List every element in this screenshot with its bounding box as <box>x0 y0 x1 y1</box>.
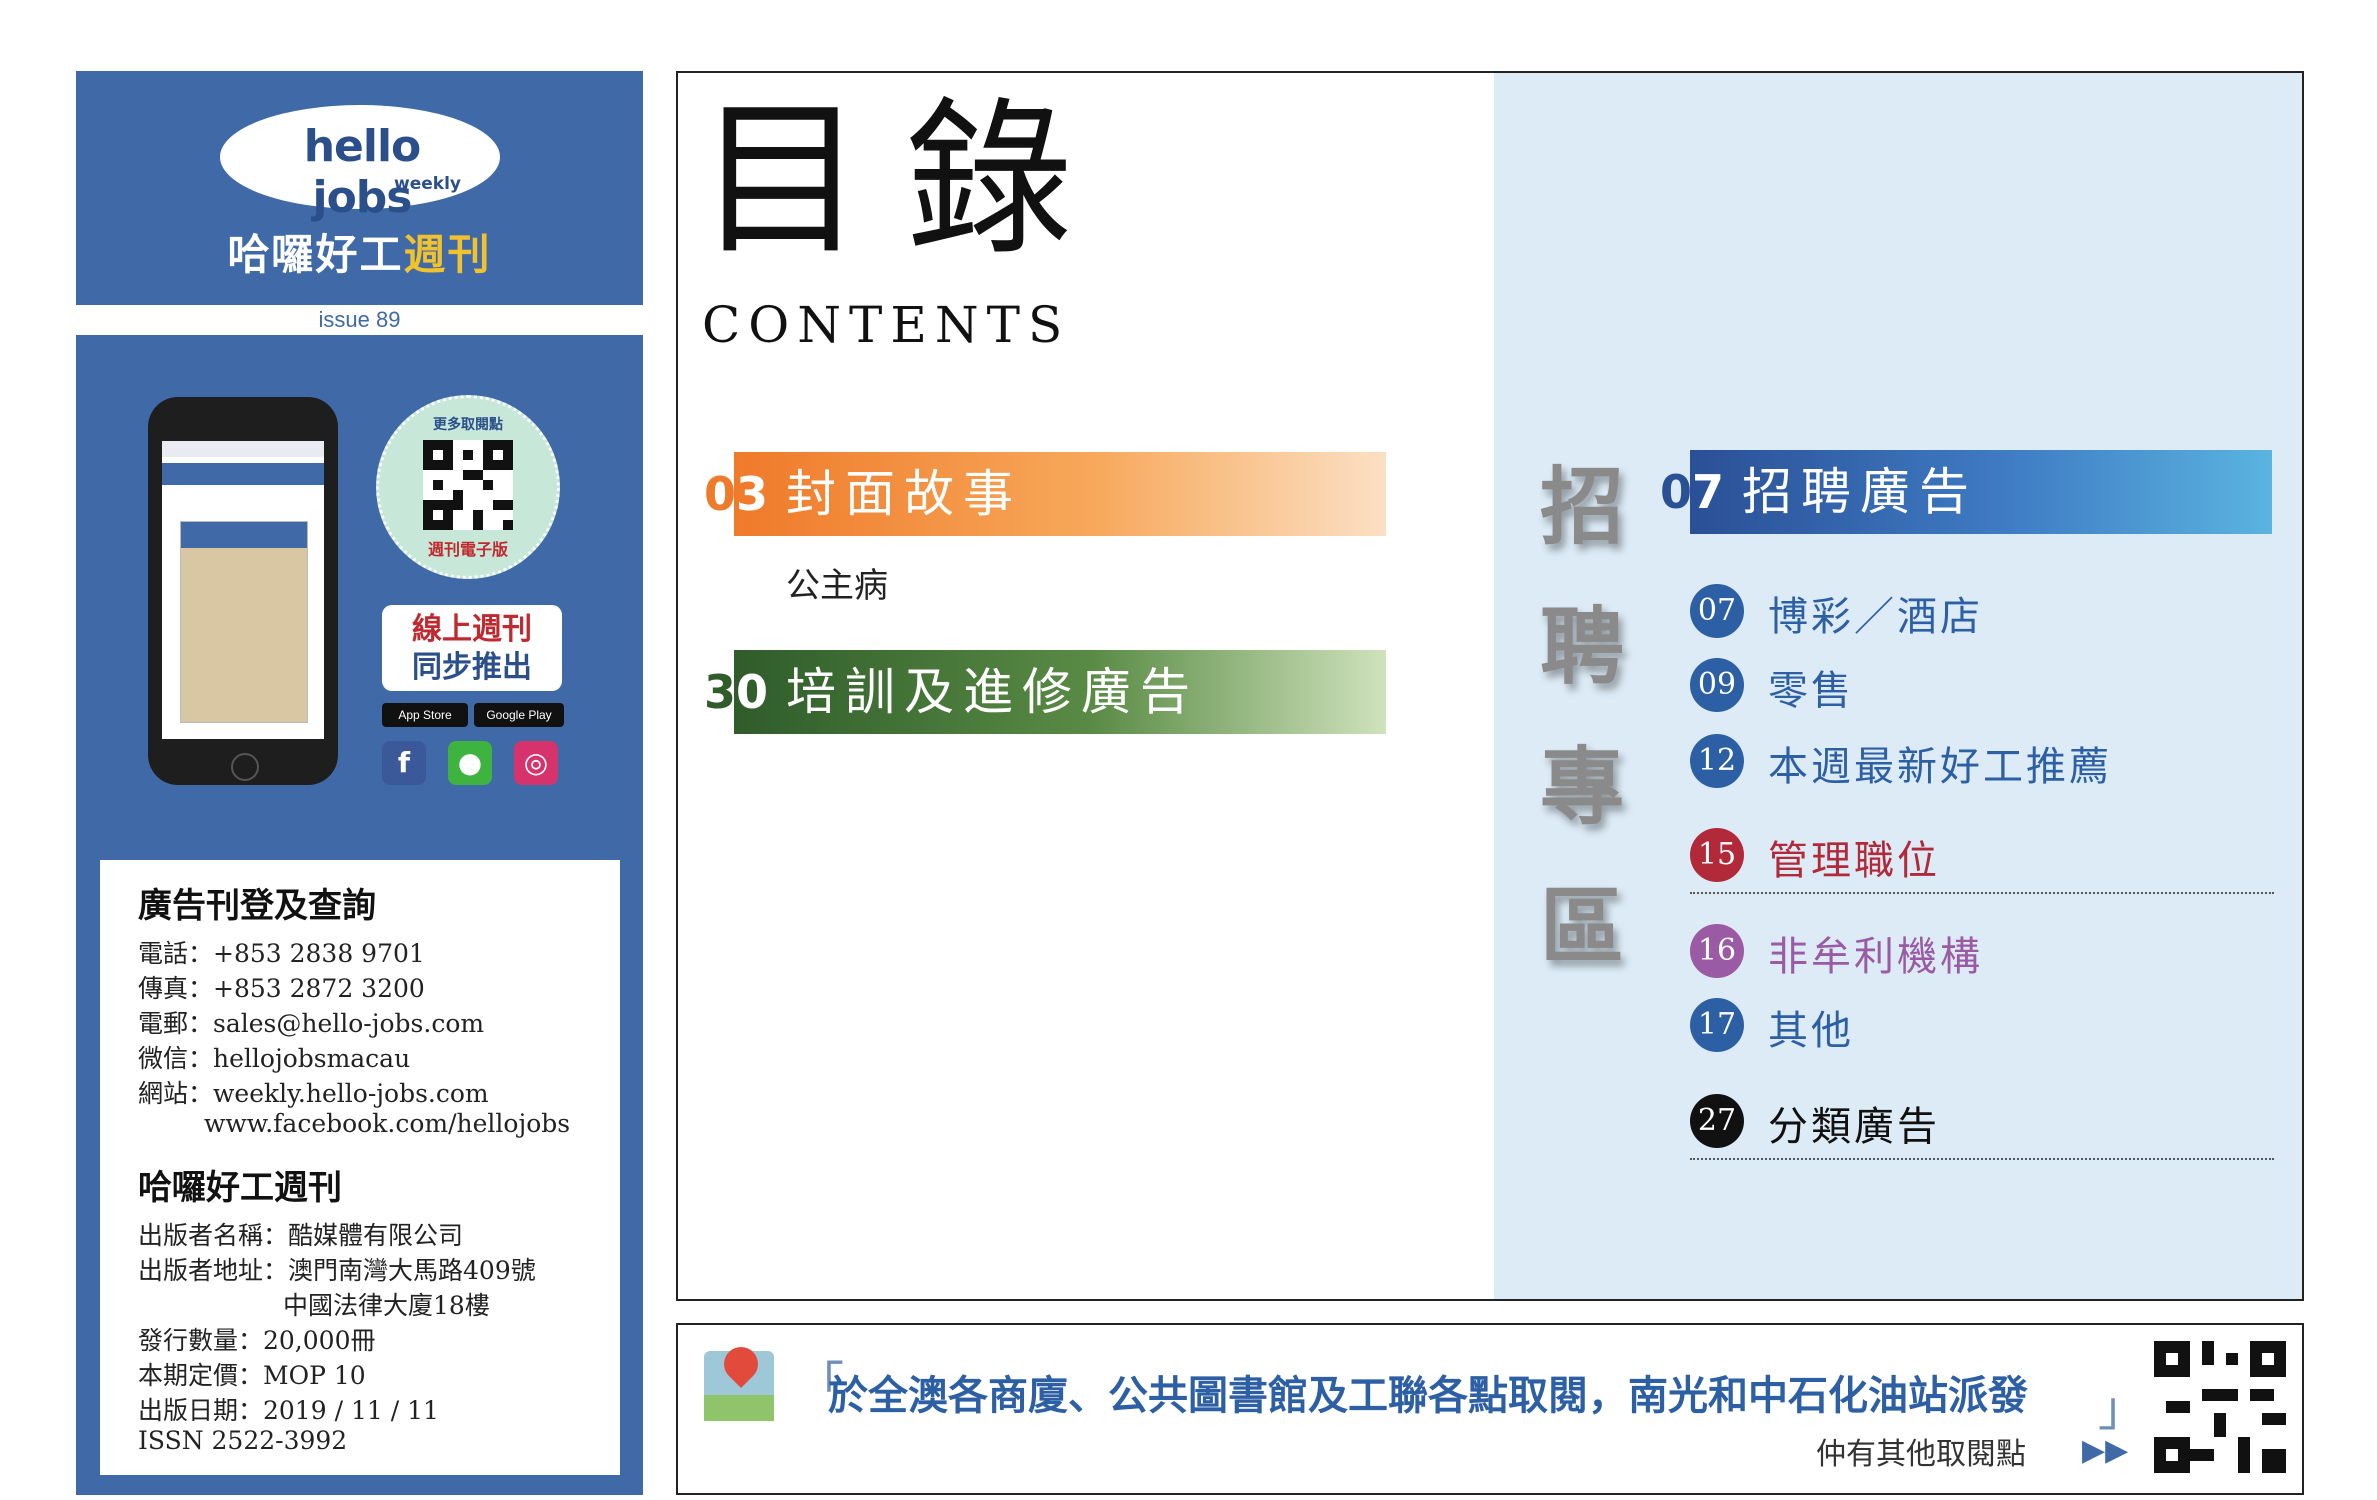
contact-email: 電郵：sales@hello-jobs.com <box>138 1009 485 1038</box>
contact-heading: 廣告刊登及查詢 <box>138 886 376 926</box>
page-badge: 17 <box>1690 998 1744 1052</box>
recruit-item-management[interactable]: 管理職位 <box>1768 828 1940 886</box>
qr-top-text: 更多取閱點 <box>433 417 503 433</box>
recruit-item-weekly-picks[interactable]: 本週最新好工推薦 <box>1768 734 2112 792</box>
instagram-icon[interactable]: ◎ <box>514 741 558 785</box>
issue-number: issue 89 <box>318 307 401 332</box>
page-subtitle: CONTENTS <box>702 296 1071 354</box>
divider <box>1690 1158 2274 1160</box>
contact-facebook: www.facebook.com/hellojobs <box>204 1109 571 1138</box>
distribution-banner: 「 於全澳各商廈、公共圖書館及工聯各點取閱，南光和中石化油站派發 」 仲有其他取… <box>676 1323 2304 1495</box>
brand-name-part1: 哈囉好工 <box>227 230 404 279</box>
publisher-issn: ISSN 2522-3992 <box>138 1426 348 1455</box>
online-line1: 線上週刊 <box>412 612 532 647</box>
publisher-date: 出版日期：2019 / 11 / 11 <box>138 1396 439 1425</box>
publisher-name: 出版者名稱：酷媒體有限公司 <box>138 1221 464 1250</box>
publisher-address-2: 中國法律大廈18樓 <box>283 1291 490 1320</box>
page-title: 目錄 <box>697 82 1113 278</box>
logo-sub-text: weekly <box>394 174 461 194</box>
banner-text: 於全澳各商廈、公共圖書館及工聯各點取閱，南光和中石化油站派發 <box>828 1373 2028 1419</box>
page-badge: 12 <box>1690 734 1744 788</box>
recruit-item-retail[interactable]: 零售 <box>1768 658 1854 716</box>
section-sub-item[interactable]: 公主病 <box>786 558 888 607</box>
page-badge: 16 <box>1690 924 1744 978</box>
contact-phone: 電話：+853 2838 9701 <box>138 939 425 968</box>
wechat-icon[interactable]: ● <box>448 741 492 785</box>
online-line2: 同步推出 <box>412 650 532 685</box>
publisher-price: 本期定價：MOP 10 <box>138 1361 366 1390</box>
qr-bottom-text: 週刊電子版 <box>427 540 508 559</box>
map-pin-icon <box>704 1339 774 1421</box>
recruit-header-page-value: 07 <box>1660 450 1724 534</box>
recruit-item-nonprofit[interactable]: 非牟利機構 <box>1768 924 1983 982</box>
qr-code-icon[interactable] <box>2154 1341 2286 1473</box>
app-store-badge[interactable]: App Store <box>382 703 468 727</box>
phone-screen <box>162 441 324 739</box>
phone-mockup <box>148 397 338 785</box>
contact-fax: 傳真：+853 2872 3200 <box>138 974 425 1003</box>
recruit-item-classified[interactable]: 分類廣告 <box>1768 1094 1940 1152</box>
recruit-item-others[interactable]: 其他 <box>1768 998 1854 1056</box>
double-arrow-icon[interactable]: ▶▶ <box>2082 1433 2128 1468</box>
recruit-header-label[interactable]: 招聘廣告 <box>1742 450 1978 534</box>
brand-name: 哈囉好工週刊 <box>76 221 643 282</box>
more-pickup-points-link[interactable]: 仲有其他取閱點 <box>1816 1429 2026 1473</box>
recruit-item-gaming-hotel[interactable]: 博彩／酒店 <box>1768 584 1983 642</box>
page-badge: 15 <box>1690 828 1744 882</box>
section-page-value-training: 30 <box>704 650 768 734</box>
brand-header: hello jobs weekly 哈囉好工週刊 <box>76 71 643 305</box>
section-page-value: 03 <box>704 452 768 536</box>
phone-status-bar <box>162 441 324 457</box>
logo-main-text: hello jobs <box>303 121 422 223</box>
publisher-address: 出版者地址：澳門南灣大馬路409號 <box>138 1256 536 1285</box>
divider <box>1690 892 2274 894</box>
sidebar-main: 更多取閱點 週刊電子版 線上週刊 同步推出 App Store Google P… <box>76 335 643 1495</box>
page-badge: 27 <box>1690 1094 1744 1148</box>
contact-info-box: 廣告刊登及查詢 電話：+853 2838 9701 傳真：+853 2872 3… <box>100 860 620 1475</box>
facebook-icon[interactable]: f <box>382 741 426 785</box>
phone-home-button <box>231 753 259 781</box>
bracket-close-icon: 」 <box>2098 1381 2147 1437</box>
phone-site-header <box>162 463 324 485</box>
section-label-cover-story[interactable]: 封面故事 <box>786 452 1022 536</box>
google-play-badge[interactable]: Google Play <box>474 703 564 727</box>
qr-code-icon <box>423 440 513 530</box>
publisher-circulation: 發行數量：20,000冊 <box>138 1326 376 1355</box>
contact-website: 網站：weekly.hello-jobs.com <box>138 1079 489 1108</box>
contact-wechat: 微信：hellojobsmacau <box>138 1044 411 1073</box>
recruit-title-char: 聘 <box>1540 598 1625 696</box>
online-edition-badge[interactable]: 線上週刊 同步推出 <box>382 605 562 691</box>
section-label-training[interactable]: 培訓及進修廣告 <box>786 650 1199 734</box>
ebook-qr-badge[interactable]: 更多取閱點 週刊電子版 <box>376 395 560 579</box>
recruit-title-char: 專 <box>1540 738 1625 836</box>
recruit-title-char: 區 <box>1540 878 1625 976</box>
brand-name-part2: 週刊 <box>403 230 492 279</box>
publisher-heading: 哈囉好工週刊 <box>138 1168 342 1208</box>
recruit-title-char: 招 <box>1540 458 1625 556</box>
phone-magazine-cover <box>180 521 308 723</box>
page-badge: 07 <box>1690 584 1744 638</box>
page-badge: 09 <box>1690 658 1744 712</box>
